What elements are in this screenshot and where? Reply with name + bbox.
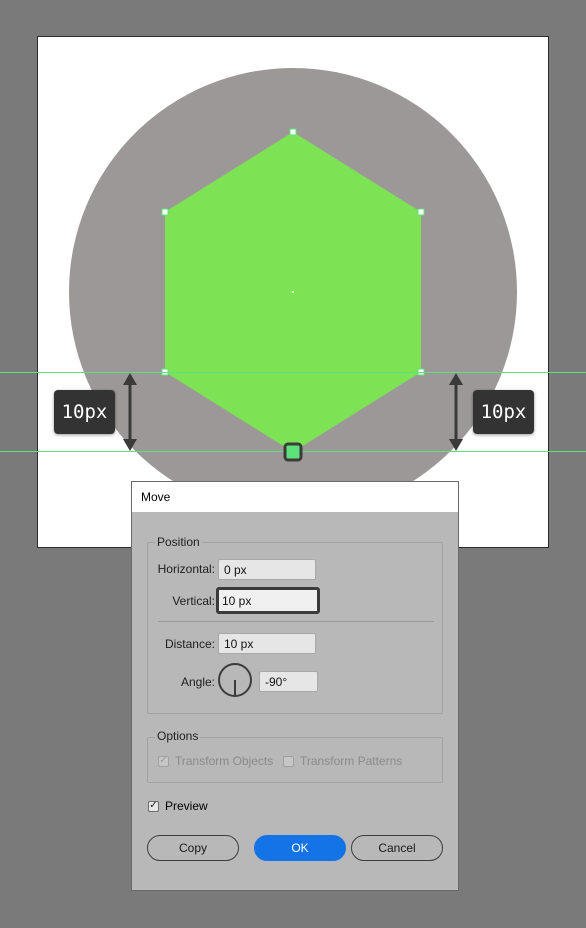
angle-input[interactable] [259, 671, 318, 692]
transform-patterns-option[interactable]: Transform Patterns [283, 754, 402, 768]
selected-anchor-point-bottom[interactable] [283, 442, 303, 462]
angle-label: Angle: [180, 675, 215, 689]
dialog-title-bar[interactable]: Move [132, 482, 458, 512]
transform-objects-label: Transform Objects [175, 754, 274, 768]
move-dialog: Move Position Horizontal: Vertical: Dist… [131, 481, 459, 891]
anchor-point-top-right[interactable] [417, 208, 425, 216]
measurement-label-right: 10px [473, 390, 534, 434]
anchor-point-top[interactable] [289, 128, 297, 136]
position-group-title: Position [155, 535, 202, 549]
preview-checkbox[interactable]: ✓ [148, 800, 159, 812]
preview-option[interactable]: ✓ Preview [148, 799, 208, 813]
transform-objects-option[interactable]: ✓ Transform Objects [158, 754, 273, 768]
angle-dial[interactable] [218, 663, 252, 697]
distance-input[interactable] [218, 633, 316, 654]
copy-button[interactable]: Copy [147, 835, 239, 861]
hexagon-center-point [292, 291, 294, 293]
position-divider [158, 621, 434, 622]
transform-patterns-label: Transform Patterns [300, 754, 403, 768]
transform-patterns-checkbox[interactable] [283, 755, 294, 767]
vertical-label: Vertical: [172, 594, 215, 608]
preview-label: Preview [165, 799, 208, 813]
horizontal-label: Horizontal: [157, 562, 215, 576]
dialog-title: Move [141, 490, 171, 504]
cancel-button[interactable]: Cancel [351, 835, 443, 861]
transform-objects-checkbox[interactable]: ✓ [158, 755, 169, 767]
distance-label: Distance: [164, 637, 215, 651]
anchor-point-top-left[interactable] [161, 208, 169, 216]
horizontal-input[interactable] [218, 559, 316, 580]
ok-button[interactable]: OK [254, 835, 346, 861]
measurement-label-left: 10px [54, 390, 115, 434]
options-group-title: Options [155, 729, 201, 743]
vertical-input[interactable] [216, 587, 320, 614]
